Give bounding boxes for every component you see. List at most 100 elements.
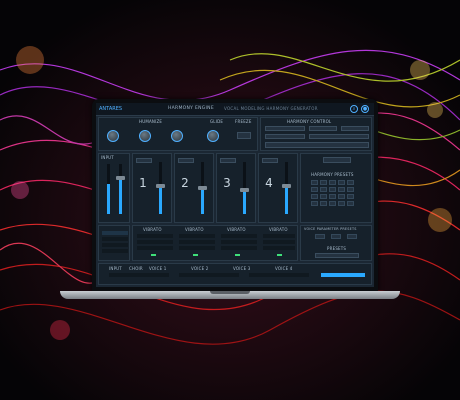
voice-2-fader-fill <box>201 186 204 214</box>
harmony-source-select[interactable] <box>265 126 305 131</box>
harmony-preset-cell[interactable] <box>329 180 336 185</box>
choir-label: CHOIR <box>129 266 143 271</box>
harmony-preset-cell[interactable] <box>347 180 354 185</box>
harmony-preset-cell[interactable] <box>338 201 345 206</box>
vibrato-delay-row[interactable] <box>263 246 295 250</box>
humanize-panel: HUMANIZE GLIDE FREEZE <box>98 117 258 151</box>
vibrato-rate-row[interactable] <box>179 234 215 238</box>
harmony-presets-label: HARMONY PRESETS <box>311 172 354 177</box>
harmony-preset-cell[interactable] <box>329 201 336 206</box>
voice-2-led <box>193 254 198 256</box>
vibrato-label-3: VIBRATO <box>227 227 246 232</box>
vibrato-label-4: VIBRATO <box>269 227 288 232</box>
settings-icon[interactable]: ● <box>361 105 369 113</box>
harmony-preset-cell[interactable] <box>320 194 327 199</box>
input-option-row[interactable] <box>102 237 128 241</box>
vibrato-label-1: VIBRATO <box>143 227 162 232</box>
vibrato-rate-row[interactable] <box>263 234 295 238</box>
voice-preset-cell[interactable] <box>347 234 357 239</box>
vibrato-rate-row[interactable] <box>137 234 173 238</box>
search-icon[interactable]: ⌕ <box>350 105 358 113</box>
vibrato-panel: VIBRATO VIBRATO VIBRATO VIBRATO <box>132 225 298 261</box>
input-options-panel <box>98 225 130 261</box>
vibrato-delay-row[interactable] <box>221 246 257 250</box>
harmony-preset-cell[interactable] <box>311 194 318 199</box>
freeze-label: FREEZE <box>235 119 252 124</box>
pan-slider-row[interactable] <box>179 273 239 277</box>
voice-strip-3: 3 <box>216 153 256 223</box>
vibrato-label-2: VIBRATO <box>185 227 204 232</box>
input-option-row[interactable] <box>102 249 128 253</box>
voice-label-2: VOICE 2 <box>191 266 209 271</box>
voice-number-3: 3 <box>223 176 231 190</box>
input-option-row[interactable] <box>102 243 128 247</box>
input-option-row[interactable] <box>102 231 128 235</box>
interval-row[interactable] <box>265 142 369 148</box>
harmony-preset-cell[interactable] <box>329 187 336 192</box>
presets-label: PRESETS <box>327 246 347 251</box>
voice-2-fader-cap[interactable] <box>198 186 207 190</box>
pan-slider-row[interactable] <box>109 273 169 277</box>
app-subtitle: VOCAL MODELING HARMONY GENERATOR <box>224 106 318 111</box>
voice-parameter-presets-label: VOICE PARAMETER PRESETS <box>304 227 357 231</box>
voice-3-mute-button[interactable] <box>220 158 236 163</box>
voice-1-fader-fill <box>159 184 162 214</box>
voice-4-mute-button[interactable] <box>262 158 278 163</box>
key-select[interactable] <box>309 126 337 131</box>
harmony-preset-cell[interactable] <box>320 187 327 192</box>
voice-4-fader-cap[interactable] <box>282 184 291 188</box>
harmony-preset-cell[interactable] <box>311 201 318 206</box>
harmony-preset-cell[interactable] <box>347 194 354 199</box>
brand-logo: ANTARES <box>99 106 123 112</box>
humanize-label: HUMANIZE <box>139 119 163 124</box>
voice-3-fader-cap[interactable] <box>240 188 249 192</box>
voice-1-fader-cap[interactable] <box>156 184 165 188</box>
preset-select[interactable] <box>323 157 351 163</box>
laptop-bezel: ANTARES HARMONY ENGINE VOCAL MODELING HA… <box>92 99 378 292</box>
voice-preset-cell[interactable] <box>315 234 325 239</box>
harmony-preset-cell[interactable] <box>347 201 354 206</box>
voice-strip-2: 2 <box>174 153 214 223</box>
vibrato-depth-row[interactable] <box>137 240 173 244</box>
humanize-knob[interactable] <box>107 130 119 142</box>
voice-number-2: 2 <box>181 176 189 190</box>
vibrato-depth-row[interactable] <box>263 240 295 244</box>
vibrato-rate-row[interactable] <box>221 234 257 238</box>
timing-variation-knob[interactable] <box>171 130 183 142</box>
pan-slider-row[interactable] <box>249 273 309 277</box>
plugin-window: ANTARES HARMONY ENGINE VOCAL MODELING HA… <box>96 103 374 287</box>
vibrato-delay-row[interactable] <box>137 246 173 250</box>
harmony-preset-cell[interactable] <box>311 187 318 192</box>
voice-1-led <box>151 254 156 256</box>
harmony-preset-cell[interactable] <box>329 194 336 199</box>
voice-label-1: VOICE 1 <box>149 266 167 271</box>
harmony-preset-cell[interactable] <box>338 180 345 185</box>
pitch-variation-knob[interactable] <box>139 130 151 142</box>
harmony-preset-cell[interactable] <box>320 180 327 185</box>
input-fader-cap[interactable] <box>116 176 125 180</box>
voice-preset-cell[interactable] <box>331 234 341 239</box>
vibrato-depth-row[interactable] <box>221 240 257 244</box>
harmony-preset-cell[interactable] <box>338 194 345 199</box>
vibrato-depth-row[interactable] <box>179 240 215 244</box>
chord-select[interactable] <box>265 134 305 139</box>
input-panel: INPUT <box>98 153 130 223</box>
harmony-preset-cell[interactable] <box>320 201 327 206</box>
vibrato-delay-row[interactable] <box>179 246 215 250</box>
voice-3-led <box>235 254 240 256</box>
glide-label: GLIDE <box>210 119 224 124</box>
bottom-input-label: INPUT <box>109 266 122 271</box>
voice-number-4: 4 <box>265 176 273 190</box>
midi-mode-select[interactable] <box>309 134 369 139</box>
scale-select[interactable] <box>341 126 369 131</box>
glide-knob[interactable] <box>207 130 219 142</box>
harmony-control-label: HARMONY CONTROL <box>287 119 332 124</box>
freeze-button[interactable] <box>237 132 251 139</box>
voice-label-4: VOICE 4 <box>275 266 293 271</box>
voice-1-mute-button[interactable] <box>136 158 152 163</box>
voice-2-mute-button[interactable] <box>178 158 194 163</box>
presets-select[interactable] <box>315 253 359 258</box>
harmony-preset-cell[interactable] <box>338 187 345 192</box>
harmony-preset-cell[interactable] <box>311 180 318 185</box>
harmony-preset-cell[interactable] <box>347 187 354 192</box>
